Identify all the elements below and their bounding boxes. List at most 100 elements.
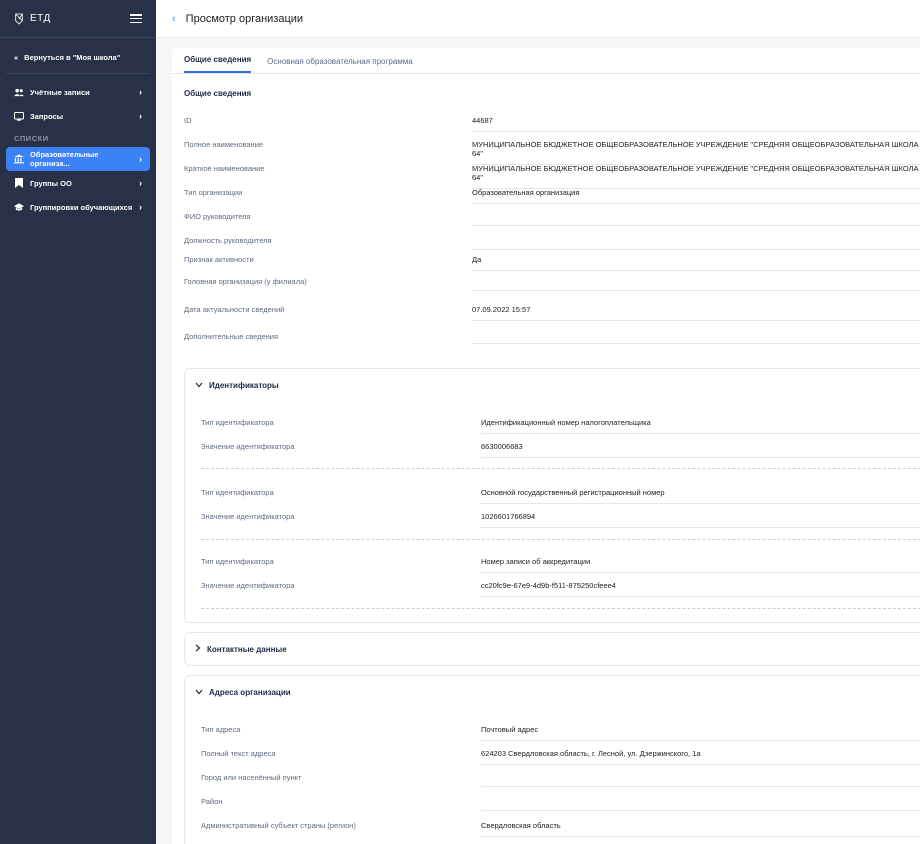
field-row: Район [201,797,920,811]
back-chevron-icon[interactable]: ‹ [172,13,176,25]
field-value: cc20fc9e-67e9-4d9b-f511-875250cfeee4 [481,581,920,597]
institution-icon [14,154,24,164]
contacts-panel-header[interactable]: Контактные данные [185,633,920,665]
field-row: Значение идентификатора 6630006683 [201,442,920,458]
field-row: Тип адреса Почтовый адрес [201,725,920,741]
users-icon [14,87,24,97]
field-value: Почтовый адрес [481,725,920,741]
field-row: Головная организация (у филиала) [184,277,920,291]
field-value: Свердловская область [481,821,920,837]
topbar: ‹ Просмотр организации [156,0,920,38]
panel-title: Контактные данные [207,644,287,654]
chevron-right-icon [195,644,201,654]
field-value: Да [472,255,920,271]
sidebar-item-requests[interactable]: Запросы › [0,104,156,128]
field-value [481,773,920,787]
sidebar-item-accounts[interactable]: Учётные записи › [0,80,156,104]
monitor-icon [14,111,24,121]
logo[interactable]: ЕТД [14,13,51,25]
sidebar-item-label: Группировки обучающихся [30,202,133,212]
tab-educational-program[interactable]: Основная образовательная программа [267,57,413,73]
field-label: ФИО руководителя [184,212,251,221]
field-label: Тип организации [184,188,243,197]
panel-title: Идентификаторы [209,380,279,390]
field-row: ФИО руководителя [184,212,920,226]
field-row: Значение идентификатора 1026601766894 [201,512,920,528]
section-title-general: Общие сведения [184,89,252,98]
menu-icon[interactable] [130,14,142,23]
field-value: 07.09.2022 15:57 [472,305,920,321]
bookmark-icon [14,178,24,188]
field-label: Город или населённый пункт [201,773,302,782]
logo-text: ЕТД [30,13,51,24]
field-label: Дата актуальности сведений [184,305,285,314]
field-label: Тип идентификатора [201,488,274,497]
panel-title: Адреса организации [209,687,291,697]
sidebar-header: ЕТД [0,0,156,38]
logo-icon [14,13,24,25]
sidebar: ЕТД « Вернуться в "Моя школа" Учётные за… [0,0,156,844]
chevron-right-icon: › [139,111,142,121]
chevron-right-icon: › [139,87,142,97]
field-label: Значение идентификатора [201,581,295,590]
sidebar-item-label: Группы ОО [30,178,72,188]
sidebar-item-student-groupings[interactable]: Группировки обучающихся › [0,195,156,219]
field-value: 6630006683 [481,442,920,458]
chevron-right-icon: › [139,202,142,212]
tab-general[interactable]: Общие сведения [184,55,252,73]
sidebar-item-label: Запросы [30,111,64,121]
sidebar-item-organizations[interactable]: Образовательные организа... › [6,147,150,171]
field-label: Дополнительные сведения [184,332,279,341]
chevron-right-icon: › [139,154,142,164]
field-row: Тип идентификатора Идентификационный ном… [201,418,920,434]
graduation-cap-icon [14,202,24,212]
addresses-panel-header[interactable]: Адреса организации [185,676,920,708]
sidebar-item-label: Образовательные организа... [30,150,99,168]
field-row: Административный субъект страны (регион)… [201,821,920,837]
field-label: Краткое наименование [184,164,265,173]
back-link-label: Вернуться в "Моя школа" [24,53,121,62]
page-title: Просмотр организации [185,12,304,25]
identifiers-panel: Идентификаторы Тип идентификатора Иденти… [184,368,920,623]
field-row: Тип идентификатора Основной государствен… [201,488,920,504]
field-value: Номер записи об аккредитации [481,557,920,573]
field-value: МУНИЦИПАЛЬНОЕ БЮДЖЕТНОЕ ОБЩЕОБРАЗОВАТЕЛЬ… [472,164,920,189]
addresses-panel: Адреса организации Тип адреса Почтовый а… [184,675,920,844]
field-value [472,332,920,344]
back-to-my-school-link[interactable]: « Вернуться в "Моя школа" [6,42,150,74]
field-value: Идентификационный номер налогоплательщик… [481,418,920,434]
field-row: Полное наименование МУНИЦИПАЛЬНОЕ БЮДЖЕТ… [184,140,920,165]
field-row: ID 44687 [184,116,920,132]
sidebar-item-label: Учётные записи [30,87,90,97]
contacts-panel: Контактные данные [184,632,920,666]
field-value [481,797,920,811]
field-row: Тип идентификатора Номер записи об аккре… [201,557,920,573]
tabs: Общие сведения Основная образовательная … [172,48,920,74]
field-value: 624203 Свердловская область, г. Лесной, … [481,749,920,765]
field-label: Тип адреса [201,725,241,734]
field-label: Тип идентификатора [201,557,274,566]
field-label: Головная организация (у филиала) [184,277,307,286]
field-label: Значение идентификатора [201,442,295,451]
field-row: Должность руководителя [184,236,920,250]
field-value: 1026601766894 [481,512,920,528]
field-row: Город или населённый пункт [201,773,920,787]
field-label: Полный текст адреса [201,749,276,758]
field-row: Значение идентификатора cc20fc9e-67e9-4d… [201,581,920,597]
divider [201,539,920,540]
field-label: Полное наименование [184,140,264,149]
organization-card: Общие сведения Основная образовательная … [172,48,920,844]
chevron-down-icon [195,688,203,697]
field-row: Дата актуальности сведений 07.09.2022 15… [184,305,920,321]
sidebar-item-groups[interactable]: Группы ОО › [0,171,156,195]
field-value: МУНИЦИПАЛЬНОЕ БЮДЖЕТНОЕ ОБЩЕОБРАЗОВАТЕЛЬ… [472,140,920,165]
field-value [472,212,920,226]
field-label: Тип идентификатора [201,418,274,427]
double-chevron-left-icon: « [14,53,19,62]
identifiers-panel-header[interactable]: Идентификаторы [185,369,920,401]
field-label: Должность руководителя [184,236,272,245]
field-row: Дополнительные сведения [184,332,920,344]
field-value: Образовательная организация [472,188,920,204]
field-label: Значение идентификатора [201,512,295,521]
field-value [472,236,920,250]
